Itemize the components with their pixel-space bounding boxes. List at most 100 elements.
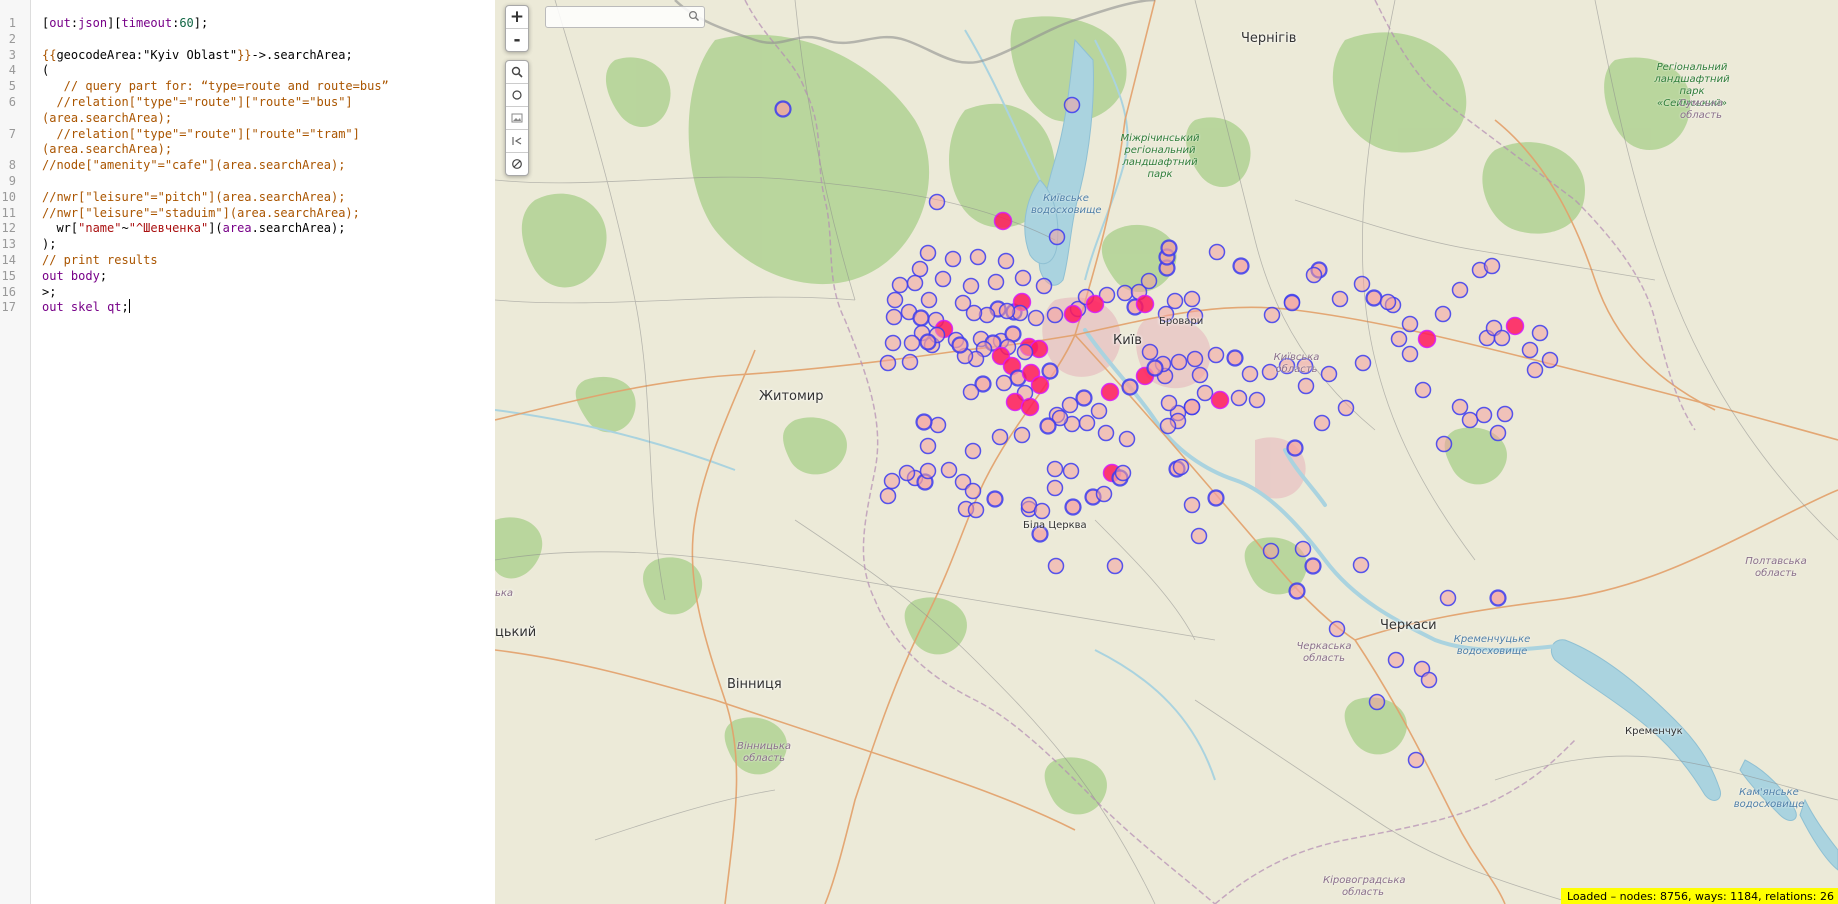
result-marker[interactable] <box>1232 257 1250 275</box>
code-line[interactable]: 4( <box>0 62 495 78</box>
result-marker[interactable] <box>903 334 921 352</box>
result-marker[interactable] <box>906 274 924 292</box>
result-marker[interactable] <box>1493 329 1511 347</box>
result-marker[interactable] <box>1230 389 1248 407</box>
result-marker[interactable] <box>1407 751 1425 769</box>
result-marker[interactable] <box>1191 366 1209 384</box>
result-marker[interactable] <box>1100 382 1120 402</box>
code-line[interactable]: 14 // print results <box>0 252 495 268</box>
result-marker[interactable] <box>929 416 947 434</box>
result-marker[interactable] <box>1039 417 1057 435</box>
result-marker[interactable] <box>998 302 1016 320</box>
result-marker[interactable] <box>993 211 1013 231</box>
result-marker[interactable] <box>920 291 938 309</box>
result-marker[interactable] <box>1387 651 1405 669</box>
result-marker[interactable] <box>1118 430 1136 448</box>
result-marker[interactable] <box>1483 257 1501 275</box>
result-marker[interactable] <box>1046 306 1064 324</box>
result-marker[interactable] <box>883 472 901 490</box>
result-marker[interactable] <box>1541 351 1559 369</box>
result-marker[interactable] <box>1434 305 1452 323</box>
result-marker[interactable] <box>911 260 929 278</box>
result-marker[interactable] <box>1521 341 1539 359</box>
result-marker[interactable] <box>1013 426 1031 444</box>
map-view[interactable]: Чернігів Київ Бровари Житомир Біла Церкв… <box>495 0 1838 904</box>
code-line[interactable]: 5 // query part for: “type=route and rou… <box>0 78 495 94</box>
result-marker[interactable] <box>962 277 980 295</box>
result-marker[interactable] <box>1046 479 1064 497</box>
result-marker[interactable] <box>1159 417 1177 435</box>
result-marker[interactable] <box>1146 359 1164 377</box>
result-marker[interactable] <box>919 333 937 351</box>
result-marker[interactable] <box>954 294 972 312</box>
result-marker[interactable] <box>1283 294 1301 312</box>
result-marker[interactable] <box>1439 589 1457 607</box>
result-marker[interactable] <box>1035 277 1053 295</box>
result-marker[interactable] <box>1141 343 1159 361</box>
code-line[interactable]: 3 {{geocodeArea:"Kyiv Oblast"}}->.searchA… <box>0 47 495 63</box>
result-marker[interactable] <box>1075 389 1093 407</box>
result-marker[interactable] <box>1183 496 1201 514</box>
fullscreen-button[interactable] <box>506 130 528 153</box>
result-marker[interactable] <box>1531 324 1549 342</box>
code-line[interactable]: 2 <box>0 31 495 47</box>
result-marker[interactable] <box>1210 390 1230 410</box>
result-marker[interactable] <box>1207 346 1225 364</box>
result-marker[interactable] <box>1263 306 1281 324</box>
result-marker[interactable] <box>901 353 919 371</box>
result-marker[interactable] <box>1368 693 1386 711</box>
zoom-out-button[interactable]: - <box>506 29 528 51</box>
result-marker[interactable] <box>967 501 985 519</box>
result-marker[interactable] <box>1226 349 1244 367</box>
result-marker[interactable] <box>1029 339 1049 359</box>
result-marker[interactable] <box>885 308 903 326</box>
result-marker[interactable] <box>1063 304 1083 324</box>
locate-button[interactable] <box>506 84 528 107</box>
result-marker[interactable] <box>1064 498 1082 516</box>
result-marker[interactable] <box>1030 375 1050 395</box>
result-marker[interactable] <box>1451 281 1469 299</box>
result-marker[interactable] <box>934 270 952 288</box>
result-marker[interactable] <box>1328 620 1346 638</box>
result-marker[interactable] <box>1390 330 1408 348</box>
result-marker[interactable] <box>1379 293 1397 311</box>
code-line[interactable]: 16 >; <box>0 284 495 300</box>
result-marker[interactable] <box>969 248 987 266</box>
result-marker[interactable] <box>1183 398 1201 416</box>
search-icon[interactable] <box>688 10 700 22</box>
zoom-to-data-button[interactable] <box>506 61 528 84</box>
code-line[interactable]: 13); <box>0 236 495 252</box>
result-marker[interactable] <box>1186 350 1204 368</box>
result-marker[interactable] <box>1208 243 1226 261</box>
result-marker[interactable] <box>962 383 980 401</box>
result-marker[interactable] <box>1183 290 1201 308</box>
result-marker[interactable] <box>1047 557 1065 575</box>
result-marker[interactable] <box>1207 489 1225 507</box>
result-marker[interactable] <box>1401 345 1419 363</box>
result-marker[interactable] <box>1294 540 1312 558</box>
code-line[interactable]: 8 //node["amenity"="cafe"](area.searchAre… <box>0 157 495 173</box>
result-marker[interactable] <box>919 462 937 480</box>
result-marker[interactable] <box>1063 96 1081 114</box>
result-marker[interactable] <box>919 244 937 262</box>
code-line[interactable]: 7 //relation["type"="route"]["route"="tr… <box>0 126 495 142</box>
result-marker[interactable] <box>1297 377 1315 395</box>
result-marker[interactable] <box>1313 414 1331 432</box>
result-marker[interactable] <box>997 252 1015 270</box>
result-marker[interactable] <box>1401 315 1419 333</box>
result-marker[interactable] <box>964 442 982 460</box>
result-marker[interactable] <box>1417 329 1437 349</box>
result-marker[interactable] <box>1489 589 1507 607</box>
result-marker[interactable] <box>1352 556 1370 574</box>
result-marker[interactable] <box>1172 458 1190 476</box>
result-marker[interactable] <box>1020 397 1040 417</box>
result-marker[interactable] <box>919 437 937 455</box>
result-marker[interactable] <box>928 193 946 211</box>
code-line[interactable]: 12 wr["name"~"^Шевченка"](area.searchAre… <box>0 220 495 236</box>
toggle-data-overlay-button[interactable] <box>506 107 528 130</box>
map-search-input[interactable] <box>546 9 684 28</box>
result-marker[interactable] <box>1160 394 1178 412</box>
result-marker[interactable] <box>951 336 969 354</box>
result-marker[interactable] <box>1262 542 1280 560</box>
code-line[interactable]: 10 //nwr["leisure"="pitch"](area.searchAr… <box>0 189 495 205</box>
